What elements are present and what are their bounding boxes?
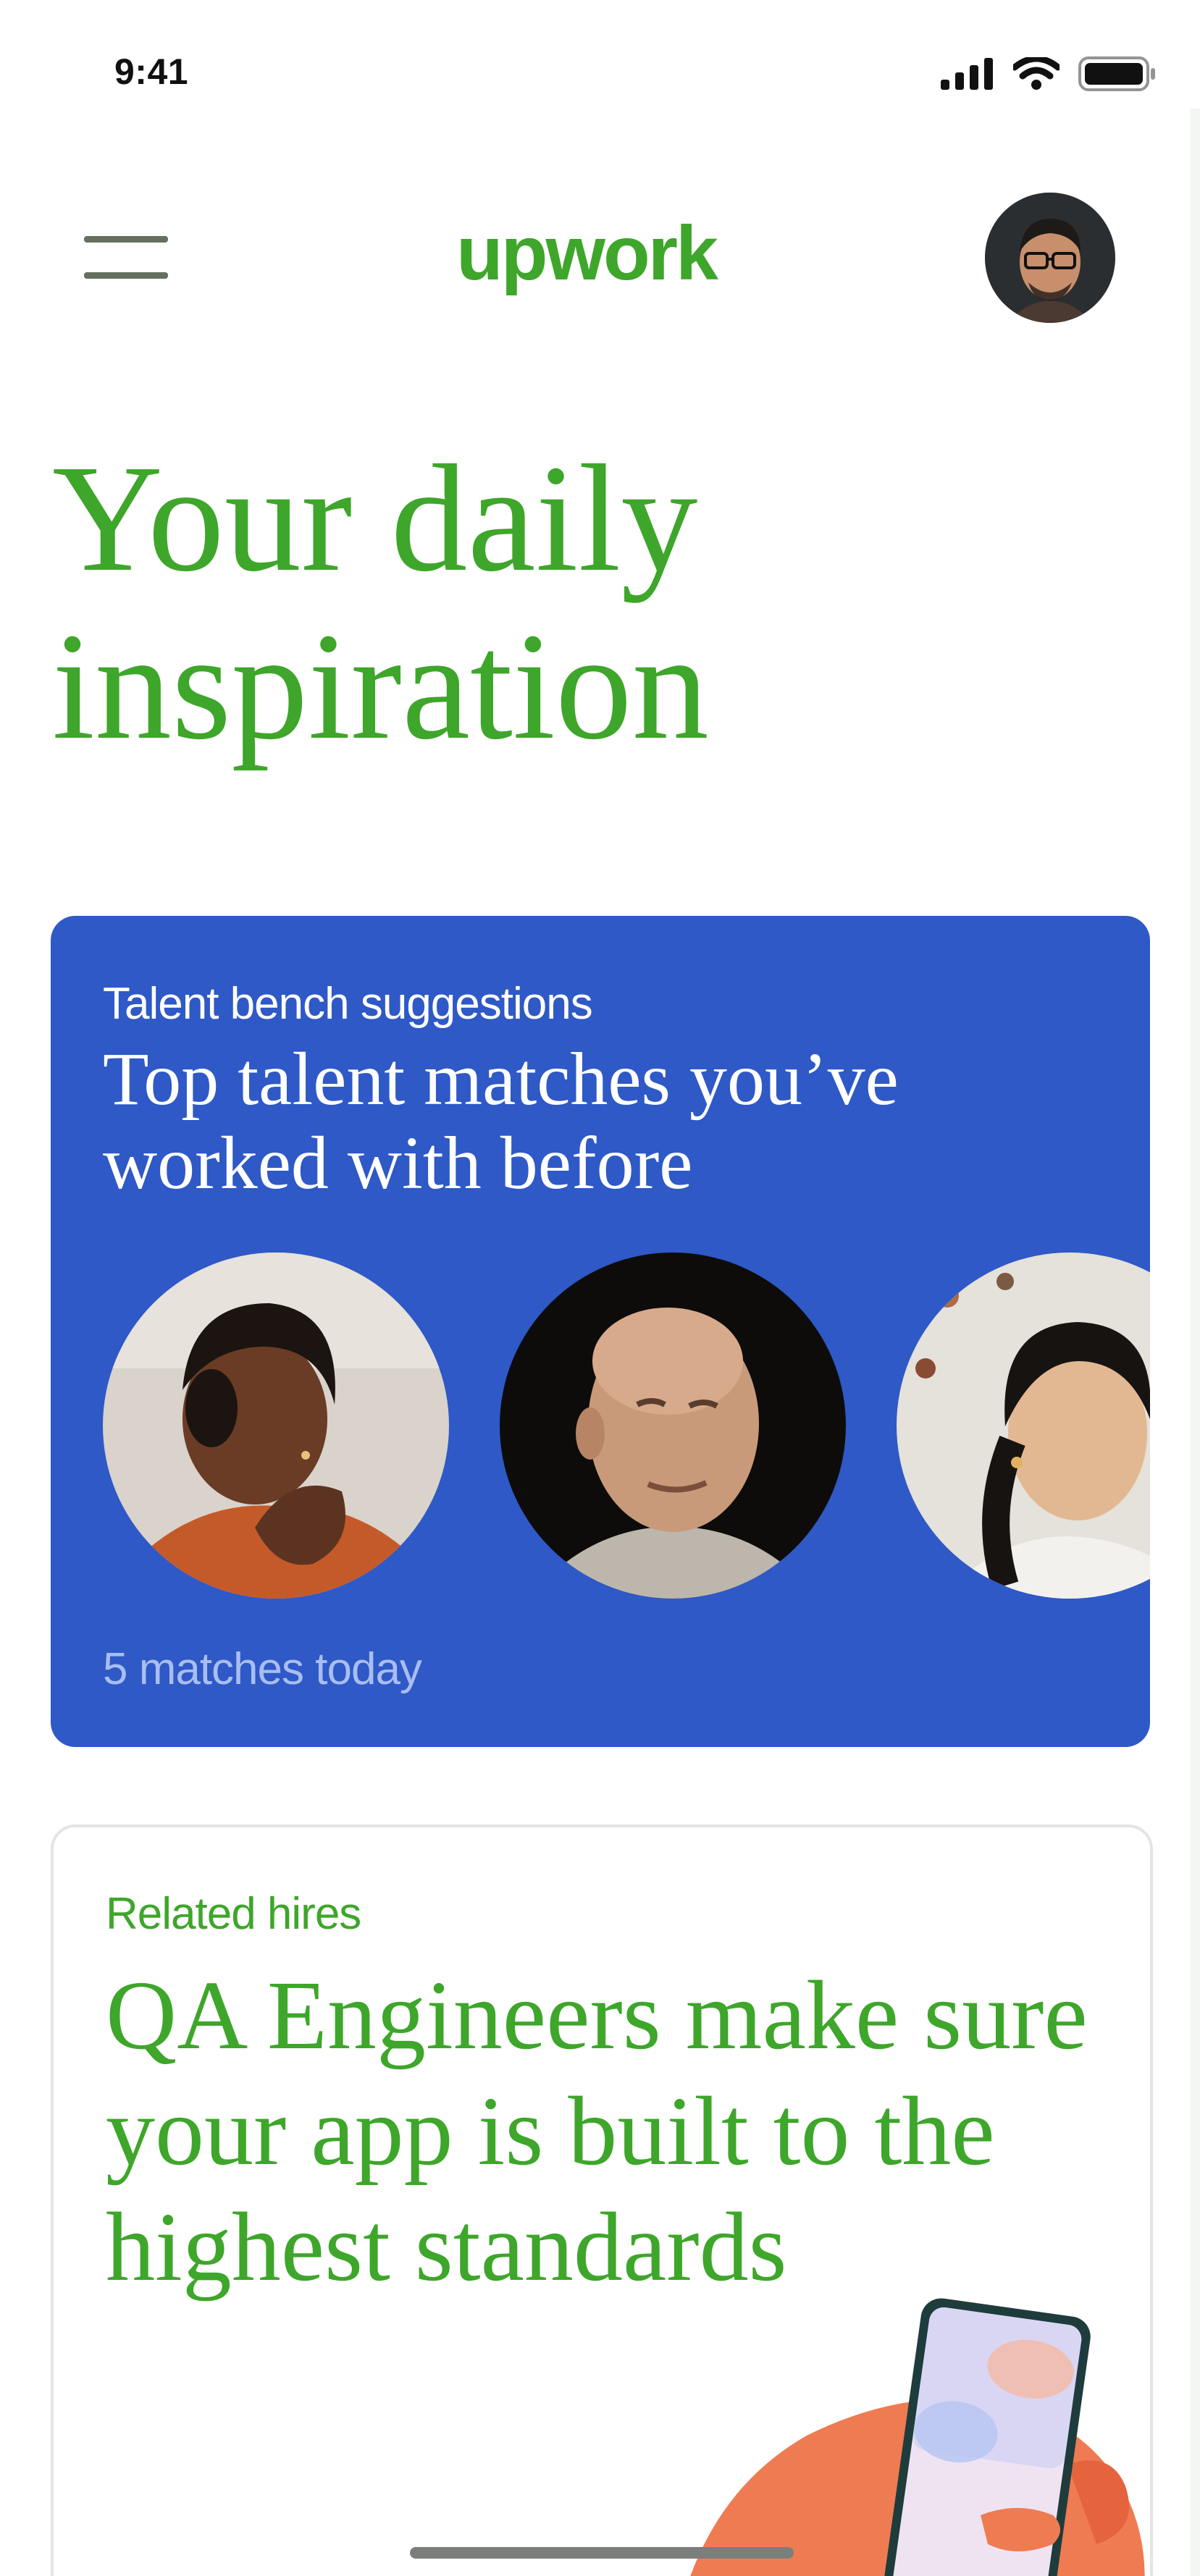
matches-count: 5 matches today xyxy=(103,1644,422,1694)
related-card-title: QA Engineers make sure your app is built… xyxy=(106,1961,1088,2302)
battery-icon xyxy=(1078,56,1155,91)
signal-icon xyxy=(941,58,993,90)
talent-bench-card[interactable]: Talent bench suggestions Top talent matc… xyxy=(51,916,1150,1747)
status-icons xyxy=(941,56,1157,91)
home-indicator[interactable] xyxy=(410,2547,794,2559)
hamburger-menu-icon[interactable] xyxy=(84,236,168,282)
talent-portrait-3[interactable] xyxy=(897,1253,1150,1599)
talent-card-eyebrow: Talent bench suggestions xyxy=(103,979,593,1029)
avatar-photo xyxy=(985,193,1115,323)
phone-hand-art xyxy=(690,2298,1145,2576)
page-headline: Your daily inspiration xyxy=(52,433,709,771)
portrait-image-2 xyxy=(500,1253,846,1599)
user-avatar[interactable] xyxy=(985,193,1115,323)
screen-edge xyxy=(1190,109,1200,2576)
app-screen: 9:41 upwork Your daily inspiration Talen… xyxy=(0,0,1200,2576)
talent-card-title: Top talent matches you’ve worked with be… xyxy=(103,1037,899,1205)
talent-portrait-2[interactable] xyxy=(500,1253,846,1599)
portrait-image-3 xyxy=(897,1253,1150,1599)
related-hires-card[interactable]: Related hires QA Engineers make sure you… xyxy=(51,1824,1153,2576)
hand-holding-phone-illustration xyxy=(676,2276,1150,2576)
related-card-eyebrow: Related hires xyxy=(106,1889,361,1939)
upwork-logo[interactable]: upwork xyxy=(456,210,718,298)
portrait-image-1 xyxy=(103,1253,449,1599)
talent-portrait-1[interactable] xyxy=(103,1253,449,1599)
wifi-icon xyxy=(1013,57,1060,90)
status-time: 9:41 xyxy=(114,51,189,92)
top-navigation: upwork xyxy=(0,174,1200,340)
status-bar: 9:41 xyxy=(0,0,1200,116)
